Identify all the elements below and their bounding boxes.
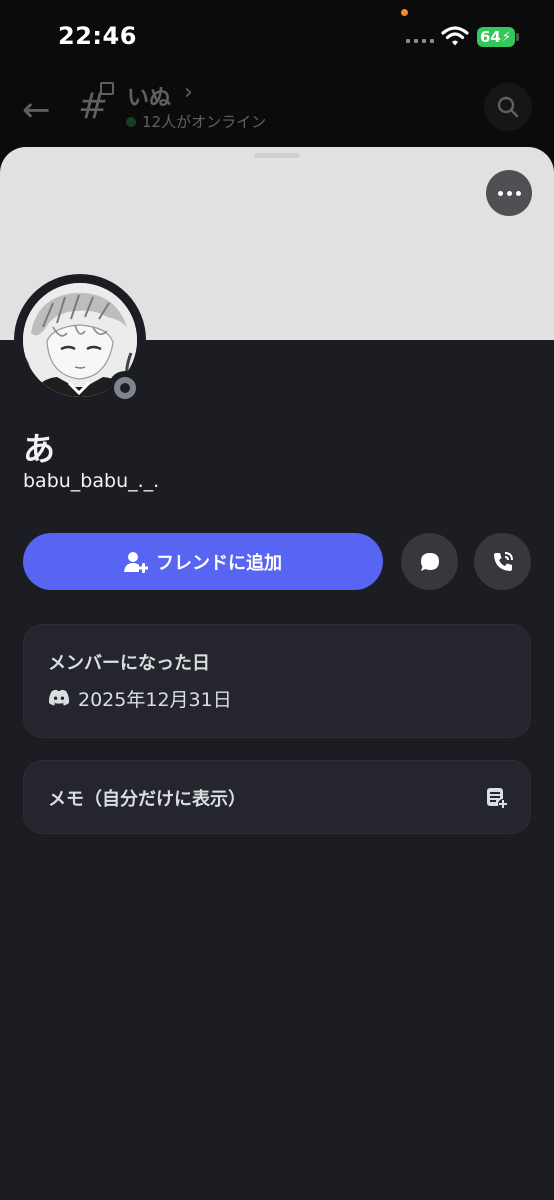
chevron-right-icon: › bbox=[184, 80, 193, 105]
battery-level: 64 bbox=[480, 28, 501, 46]
channel-header: ← # いぬ › 12人がオンライン bbox=[0, 72, 554, 148]
privacy-indicator bbox=[401, 9, 408, 16]
status-indicator bbox=[108, 371, 142, 405]
discord-icon bbox=[48, 689, 70, 706]
call-icon bbox=[493, 551, 513, 571]
search-icon bbox=[497, 96, 519, 118]
note-label: メモ（自分だけに表示） bbox=[48, 789, 246, 810]
channel-name[interactable]: いぬ bbox=[127, 80, 171, 112]
wifi-icon bbox=[441, 25, 469, 51]
member-since-card: メンバーになった日 2025年12月31日 bbox=[23, 624, 531, 738]
online-count: 12人がオンライン bbox=[142, 113, 267, 131]
lock-icon bbox=[100, 82, 114, 95]
add-friend-label: フレンドに追加 bbox=[156, 552, 282, 574]
drag-handle[interactable] bbox=[254, 153, 300, 158]
username: babu_babu_._. bbox=[23, 470, 160, 492]
add-friend-icon bbox=[124, 551, 148, 573]
call-button[interactable] bbox=[474, 533, 531, 590]
message-icon bbox=[420, 552, 439, 571]
battery-cap bbox=[516, 33, 519, 41]
status-bar: 22:46 64 ⚡ bbox=[0, 0, 554, 72]
search-button[interactable] bbox=[484, 83, 532, 131]
display-name: あ bbox=[23, 430, 56, 468]
more-icon bbox=[497, 190, 503, 196]
battery-icon: 64 ⚡ bbox=[477, 27, 515, 47]
message-button[interactable] bbox=[401, 533, 458, 590]
note-card[interactable]: メモ（自分だけに表示） bbox=[23, 760, 531, 834]
profile-sheet: あ babu_babu_._. フレンドに追加 メンバーになった日 2025年1… bbox=[0, 147, 554, 1200]
cellular-signal-icon bbox=[406, 39, 434, 43]
member-since-title: メンバーになった日 bbox=[48, 653, 210, 674]
back-arrow-icon[interactable]: ← bbox=[22, 90, 51, 130]
more-options-button[interactable] bbox=[486, 170, 532, 216]
note-add-icon[interactable] bbox=[486, 787, 508, 809]
add-friend-button[interactable]: フレンドに追加 bbox=[23, 533, 383, 590]
status-time: 22:46 bbox=[58, 22, 137, 50]
offline-status-icon bbox=[114, 377, 136, 399]
online-indicator bbox=[126, 117, 136, 127]
member-since-date: 2025年12月31日 bbox=[78, 689, 232, 711]
